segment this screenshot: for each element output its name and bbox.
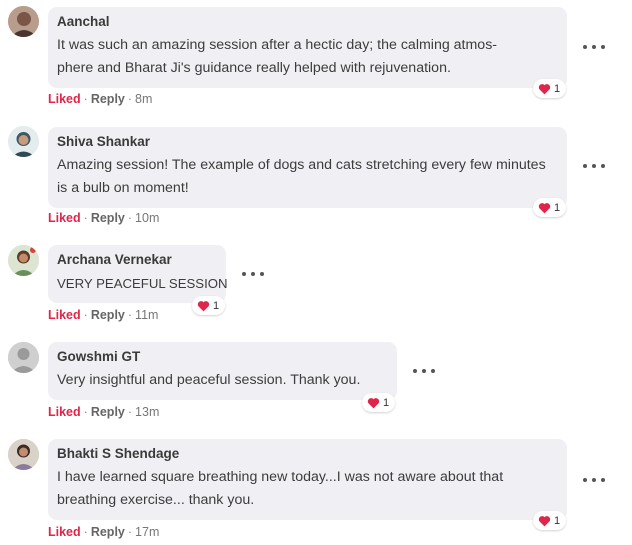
comment-bubble: Shiva Shankar Amazing session! The examp… xyxy=(48,127,567,208)
reply-button[interactable]: Reply xyxy=(91,211,125,225)
comment-time: 13m xyxy=(135,405,160,419)
comment-bubble: Bhakti S Shendage I have learned square … xyxy=(48,439,567,520)
comment-text: I have learned square breathing new toda… xyxy=(57,469,504,508)
reaction-badge[interactable]: 1 xyxy=(533,511,567,530)
liked-button[interactable]: Liked xyxy=(48,308,81,322)
comment-bubble: Gowshmi GT Very insightful and peaceful … xyxy=(48,342,397,400)
avatar[interactable] xyxy=(8,245,39,276)
meta-separator: · xyxy=(127,308,133,322)
avatar[interactable] xyxy=(8,439,39,470)
meta-separator: · xyxy=(83,211,88,225)
meta-separator: · xyxy=(127,405,133,419)
avatar[interactable] xyxy=(8,126,39,157)
more-options-icon[interactable] xyxy=(413,365,435,377)
reaction-count: 1 xyxy=(554,201,561,214)
comment-time: 10m xyxy=(135,211,160,225)
more-options-icon[interactable] xyxy=(242,268,264,280)
comment-meta: Liked · Reply · 8m xyxy=(48,92,152,106)
liked-button[interactable]: Liked xyxy=(48,525,81,539)
liked-button[interactable]: Liked xyxy=(48,211,81,225)
comment-bubble: Aanchal It was such an amazing session a… xyxy=(48,7,567,88)
reaction-count: 1 xyxy=(554,82,561,95)
comment-author[interactable]: Bhakti S Shendage xyxy=(57,446,558,461)
heart-icon xyxy=(538,202,551,213)
reaction-count: 1 xyxy=(383,396,390,409)
heart-icon xyxy=(538,83,551,94)
meta-separator: · xyxy=(83,308,88,322)
reaction-badge[interactable]: 1 xyxy=(533,198,567,217)
default-user-icon xyxy=(8,342,39,373)
comment-author[interactable]: Aanchal xyxy=(57,14,558,29)
more-options-icon[interactable] xyxy=(583,41,605,53)
comment-author[interactable]: Shiva Shankar xyxy=(57,134,558,149)
reaction-badge[interactable]: 1 xyxy=(362,393,396,412)
comment-text: VERY PEACEFUL SESSION xyxy=(57,276,228,291)
comment-bubble: Archana Vernekar VERY PEACEFUL SESSION xyxy=(48,245,228,303)
liked-button[interactable]: Liked xyxy=(48,92,81,106)
comment-text: It was such an amazing session after a h… xyxy=(57,37,498,76)
comment-author[interactable]: Archana Vernekar xyxy=(57,252,217,267)
meta-separator: · xyxy=(127,211,133,225)
reply-button[interactable]: Reply xyxy=(91,92,125,106)
comment-time: 8m xyxy=(135,92,153,106)
heart-icon xyxy=(538,515,551,526)
comment-meta: Liked · Reply · 13m xyxy=(48,405,159,419)
meta-separator: · xyxy=(83,525,88,539)
meta-separator: · xyxy=(127,92,133,106)
more-options-icon[interactable] xyxy=(583,160,605,172)
reply-button[interactable]: Reply xyxy=(91,525,125,539)
comment-text: Amazing session! The example of dogs and… xyxy=(57,157,546,196)
reply-button[interactable]: Reply xyxy=(91,308,125,322)
heart-icon xyxy=(197,300,210,311)
reaction-count: 1 xyxy=(213,299,220,312)
heart-icon xyxy=(367,397,380,408)
comment-author[interactable]: Gowshmi GT xyxy=(57,349,388,364)
reaction-count: 1 xyxy=(554,514,561,527)
liked-button[interactable]: Liked xyxy=(48,405,81,419)
meta-separator: · xyxy=(127,525,133,539)
comment-text: Very insightful and peaceful session. Th… xyxy=(57,372,361,388)
comment-meta: Liked · Reply · 10m xyxy=(48,211,159,225)
comment-meta: Liked · Reply · 17m xyxy=(48,525,159,539)
reply-button[interactable]: Reply xyxy=(91,405,125,419)
avatar[interactable] xyxy=(8,6,39,37)
avatar[interactable] xyxy=(8,342,39,373)
reaction-badge[interactable]: 1 xyxy=(192,296,226,315)
reaction-badge[interactable]: 1 xyxy=(533,79,567,98)
meta-separator: · xyxy=(83,92,88,106)
meta-separator: · xyxy=(83,405,88,419)
comment-time: 11m xyxy=(135,308,159,322)
comment-meta: Liked · Reply · 11m xyxy=(48,308,158,322)
more-options-icon[interactable] xyxy=(583,474,605,486)
comment-time: 17m xyxy=(135,525,160,539)
